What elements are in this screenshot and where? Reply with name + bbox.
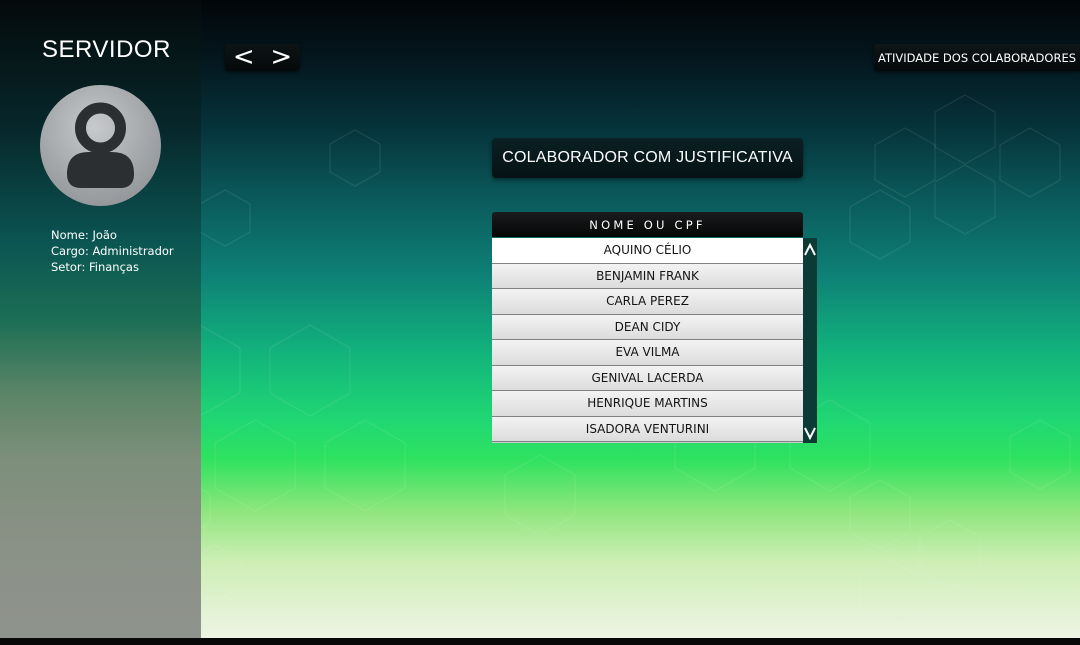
search-input[interactable]: NOME OU CPF: [492, 212, 803, 237]
list-scrollbar[interactable]: [803, 238, 817, 443]
activity-button[interactable]: ATIVIDADE DOS COLABORADORES: [874, 44, 1080, 71]
forward-button[interactable]: >: [266, 44, 296, 70]
user-info: Nome: João Cargo: Administrador Setor: F…: [51, 227, 174, 275]
sidebar: SERVIDOR Nome: João Cargo: Administrador…: [0, 0, 201, 638]
user-name: Nome: João: [51, 228, 117, 242]
list-item[interactable]: DEAN CIDY: [492, 314, 803, 340]
user-avatar-icon: [40, 85, 161, 206]
list-item[interactable]: GENIVAL LACERDA: [492, 365, 803, 391]
list-item[interactable]: AQUINO CÉLIO: [492, 238, 803, 264]
section-title: COLABORADOR COM JUSTIFICATIVA: [492, 138, 803, 178]
navigation-arrows: < >: [225, 44, 300, 71]
user-sector: Setor: Finanças: [51, 260, 139, 274]
bottom-bar: [0, 638, 1080, 645]
scroll-up-icon[interactable]: [803, 242, 817, 258]
list-item[interactable]: HENRIQUE MARTINS: [492, 391, 803, 417]
list-item[interactable]: CARLA PEREZ: [492, 289, 803, 315]
app-screen: SERVIDOR Nome: João Cargo: Administrador…: [0, 0, 1080, 638]
list-item[interactable]: EVA VILMA: [492, 340, 803, 366]
scroll-down-icon[interactable]: [803, 425, 817, 441]
collaborator-list-panel: NOME OU CPF AQUINO CÉLIO BENJAMIN FRANK CA…: [492, 212, 825, 444]
list-item[interactable]: ISADORA VENTURINI: [492, 416, 803, 442]
back-button[interactable]: <: [229, 44, 259, 70]
list-item[interactable]: BENJAMIN FRANK: [492, 263, 803, 289]
user-role: Cargo: Administrador: [51, 244, 174, 258]
sidebar-title: SERVIDOR: [42, 36, 171, 63]
collaborator-list: AQUINO CÉLIO BENJAMIN FRANK CARLA PEREZ DEA…: [492, 238, 803, 443]
